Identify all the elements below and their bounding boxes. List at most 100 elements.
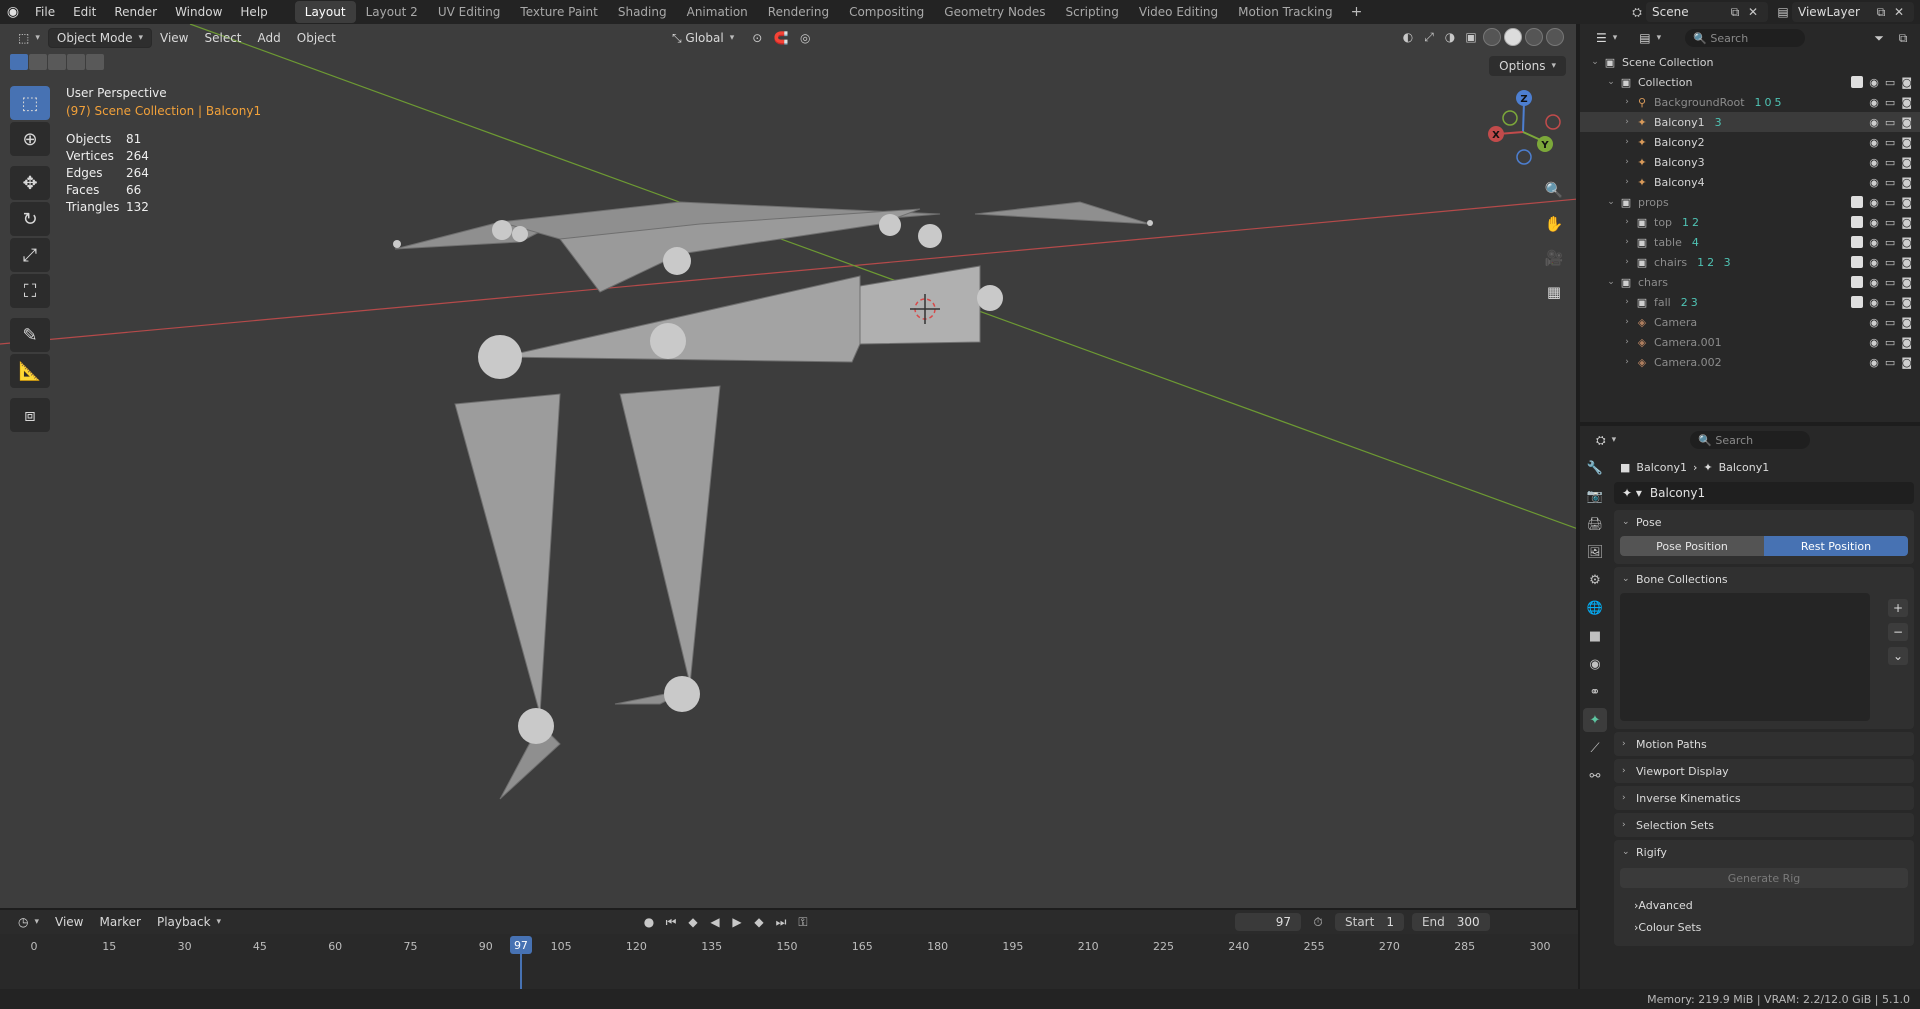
- viewport-disable-icon[interactable]: ▭: [1885, 156, 1895, 169]
- scene-selector[interactable]: Scene ⧉ ✕: [1646, 2, 1768, 22]
- outliner-row[interactable]: › ⚲ BackgroundRoot 105 ◉ ▭ ◙: [1580, 92, 1920, 112]
- render-icon[interactable]: ◙: [1901, 76, 1912, 89]
- play-icon[interactable]: ▶: [728, 913, 746, 931]
- xray-icon[interactable]: ▣: [1462, 28, 1480, 46]
- eye-icon[interactable]: ◉: [1869, 136, 1879, 149]
- eye-icon[interactable]: ◉: [1869, 256, 1879, 269]
- rigify-subpanel-advanced[interactable]: › Advanced: [1620, 894, 1908, 916]
- new-collection-icon[interactable]: ⧉: [1894, 29, 1912, 47]
- pan-hand-icon[interactable]: ✋: [1540, 210, 1568, 238]
- outliner-row[interactable]: › ▣ chairs 12 3 ◉ ▭ ◙: [1580, 252, 1920, 272]
- render-icon[interactable]: ◙: [1901, 136, 1912, 149]
- panel-header-viewport-display[interactable]: › Viewport Display: [1614, 759, 1914, 783]
- timeline-menu-playback[interactable]: Playback ▾: [149, 912, 229, 932]
- viewport-disable-icon[interactable]: ▭: [1885, 196, 1895, 209]
- new-view-layer-icon[interactable]: ⧉: [1872, 3, 1890, 21]
- outliner-row[interactable]: ⌄ ▣ chars ◉ ▭ ◙: [1580, 272, 1920, 292]
- blender-logo-icon[interactable]: ◉: [0, 0, 26, 24]
- properties-editor-type-button[interactable]: ⛭ ▾: [1588, 430, 1624, 450]
- mode-selector[interactable]: Object Mode ▾: [47, 28, 152, 48]
- pivot-icon[interactable]: ⊙: [748, 29, 766, 47]
- rotate-tool-icon[interactable]: ↻: [10, 202, 50, 236]
- physics-tab-icon[interactable]: ◉: [1583, 652, 1607, 676]
- overlay-icon[interactable]: ◑: [1441, 28, 1459, 46]
- bone-constraints-tab-icon[interactable]: ⚯: [1583, 764, 1607, 788]
- exclude-checkbox[interactable]: [1851, 295, 1864, 308]
- viewport-menu-view[interactable]: View: [152, 28, 196, 48]
- eye-icon[interactable]: ◉: [1869, 276, 1879, 289]
- move-tool-icon[interactable]: ✥: [10, 166, 50, 200]
- armature-datablock-field[interactable]: ✦ ▾ Balcony1: [1614, 482, 1914, 504]
- wireframe-shading-button[interactable]: [1483, 28, 1501, 46]
- next-keyframe-icon[interactable]: ◆: [750, 913, 768, 931]
- outliner-row[interactable]: › ▣ top 12 ◉ ▭ ◙: [1580, 212, 1920, 232]
- 3d-viewport[interactable]: Z Y X ⬚ ▾ Object Mode ▾ View Select Add Objec…: [0, 24, 1578, 908]
- measure-tool-icon[interactable]: 📐: [10, 354, 50, 388]
- outliner-row[interactable]: ⌄ ▣ Collection ◉ ▭ ◙: [1580, 72, 1920, 92]
- outliner-editor-type-button[interactable]: ☰ ▾: [1588, 28, 1625, 48]
- viewport-disable-icon[interactable]: ▭: [1885, 256, 1895, 269]
- collapse-arrow-icon[interactable]: ›: [1620, 217, 1634, 227]
- render-icon[interactable]: ◙: [1901, 256, 1912, 269]
- pose-panel-header[interactable]: ⌄ Pose: [1614, 510, 1914, 534]
- outliner-search-input[interactable]: 🔍 Search: [1685, 29, 1806, 47]
- render-icon[interactable]: ◙: [1901, 316, 1912, 329]
- collapse-arrow-icon[interactable]: ›: [1620, 117, 1634, 127]
- delete-scene-icon[interactable]: ✕: [1744, 3, 1762, 21]
- tab-texture-paint[interactable]: Texture Paint: [510, 1, 607, 23]
- select-invert-button[interactable]: [67, 54, 85, 70]
- render-icon[interactable]: ◙: [1901, 196, 1912, 209]
- outliner-row[interactable]: › ▣ fall 23 ◉ ▭ ◙: [1580, 292, 1920, 312]
- panel-header-motion-paths[interactable]: › Motion Paths: [1614, 732, 1914, 756]
- expand-arrow-icon[interactable]: ⌄: [1604, 77, 1618, 87]
- view-layer-icon[interactable]: ▤: [1774, 3, 1792, 21]
- tab-layout-2[interactable]: Layout 2: [356, 1, 428, 23]
- collapse-arrow-icon[interactable]: ›: [1620, 257, 1634, 267]
- play-reverse-icon[interactable]: ◀: [706, 913, 724, 931]
- exclude-checkbox[interactable]: [1851, 215, 1864, 228]
- current-frame-field[interactable]: 97: [1235, 913, 1301, 931]
- collapse-arrow-icon[interactable]: ›: [1620, 177, 1634, 187]
- timeline-editor[interactable]: ◷ ▾ View Marker Playback ▾ ● ⏮ ◆ ◀ ▶ ◆ ⏭ ⚿ 9…: [0, 910, 1578, 997]
- timeline-editor-type-button[interactable]: ◷ ▾: [10, 912, 47, 932]
- panel-header-selection-sets[interactable]: › Selection Sets: [1614, 813, 1914, 837]
- tab-video-editing[interactable]: Video Editing: [1129, 1, 1228, 23]
- tab-compositing[interactable]: Compositing: [839, 1, 934, 23]
- render-icon[interactable]: ◙: [1901, 236, 1912, 249]
- exclude-checkbox[interactable]: [1851, 75, 1864, 88]
- viewport-disable-icon[interactable]: ▭: [1885, 136, 1895, 149]
- properties-search-input[interactable]: 🔍 Search: [1690, 431, 1811, 449]
- timeline-menu-view[interactable]: View: [47, 912, 91, 932]
- collapse-arrow-icon[interactable]: ›: [1620, 237, 1634, 247]
- scene-tab-icon[interactable]: ⚙: [1583, 568, 1607, 592]
- viewport-menu-object[interactable]: Object: [289, 28, 344, 48]
- gizmo-toggle-icon[interactable]: ⤢: [1420, 28, 1438, 46]
- transform-tool-icon[interactable]: ⛶: [10, 274, 50, 308]
- collapse-arrow-icon[interactable]: ›: [1620, 337, 1634, 347]
- view-layer-tab-icon[interactable]: 🖼: [1583, 540, 1607, 564]
- tab-uv-editing[interactable]: UV Editing: [428, 1, 511, 23]
- add-workspace-button[interactable]: +: [1343, 4, 1371, 20]
- timeline-ruler[interactable]: 0 15 30 45 60 75 90 105 120 135 150 165 180 195 210 225…: [0, 934, 1578, 997]
- menu-edit[interactable]: Edit: [64, 0, 105, 24]
- select-intersect-button[interactable]: [86, 54, 104, 70]
- new-scene-icon[interactable]: ⧉: [1726, 3, 1744, 21]
- menu-window[interactable]: Window: [166, 0, 231, 24]
- render-icon[interactable]: ◙: [1901, 336, 1912, 349]
- eye-icon[interactable]: ◉: [1869, 116, 1879, 129]
- expand-arrow-icon[interactable]: ⌄: [1588, 57, 1602, 67]
- viewport-disable-icon[interactable]: ▭: [1885, 216, 1895, 229]
- bone-tab-icon[interactable]: ⟋: [1583, 736, 1607, 760]
- bone-collections-header[interactable]: ⌄ Bone Collections: [1614, 567, 1914, 591]
- eye-icon[interactable]: ◉: [1869, 296, 1879, 309]
- outliner-row[interactable]: › ✦ Balcony1 3 ◉ ▭ ◙: [1580, 112, 1920, 132]
- bone-collections-list[interactable]: [1620, 593, 1870, 721]
- render-icon[interactable]: ◙: [1901, 296, 1912, 309]
- scale-tool-icon[interactable]: ⤢: [10, 238, 50, 272]
- auto-key-icon[interactable]: ●: [640, 913, 658, 931]
- exclude-checkbox[interactable]: [1851, 255, 1864, 268]
- armature-data-tab-icon[interactable]: ✦: [1583, 708, 1607, 732]
- eye-icon[interactable]: ◉: [1869, 216, 1879, 229]
- outliner-row[interactable]: ⌄ ▣ props ◉ ▭ ◙: [1580, 192, 1920, 212]
- prev-keyframe-icon[interactable]: ◆: [684, 913, 702, 931]
